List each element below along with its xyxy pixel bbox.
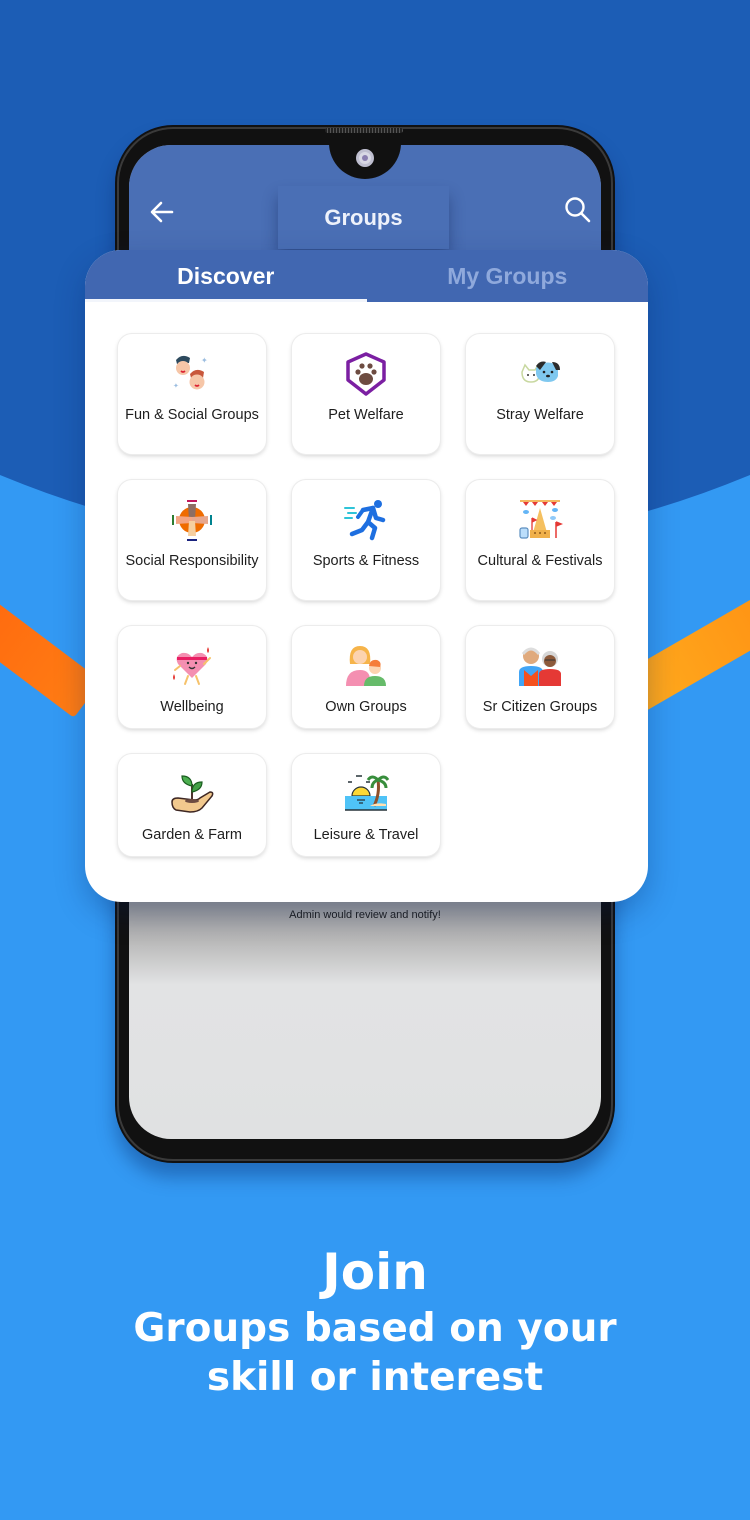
joined-hands-icon [168,496,216,544]
group-label: Own Groups [325,699,407,715]
group-tile-leisure-travel[interactable]: Leisure & Travel [292,754,440,856]
group-tile-social-responsibility[interactable]: Social Responsibility [118,480,266,600]
promo-caption: Join Groups based on your skill or inter… [0,1240,750,1402]
festival-temple-icon [516,496,564,544]
sprout-hand-icon [168,770,216,818]
group-label: Leisure & Travel [313,827,419,843]
group-label: Sports & Fitness [312,553,420,569]
group-label: Social Responsibility [125,553,259,569]
tab-my-groups-label: My Groups [447,262,568,289]
paw-shield-icon [342,350,390,398]
page-title: Groups [278,186,449,249]
elderly-couple-icon [516,642,564,690]
group-tile-stray-welfare[interactable]: Stray Welfare [466,334,614,454]
back-button[interactable] [147,197,177,227]
group-tile-cultural-festivals[interactable]: Cultural & Festivals [466,480,614,600]
search-button[interactable] [563,195,593,225]
active-tab-indicator [85,299,367,302]
group-label: Pet Welfare [328,407,404,423]
cat-dog-icon [516,350,564,398]
group-label: Fun & Social Groups [125,407,259,423]
tab-my-groups[interactable]: My Groups [367,250,649,302]
group-label: Sr Citizen Groups [482,699,598,715]
group-label: Wellbeing [160,699,224,715]
group-tile-sports-fitness[interactable]: Sports & Fitness [292,480,440,600]
caption-subline-2: skill or interest [206,1355,544,1400]
group-tile-fun-social[interactable]: ✦ ✦ Fun & Social Groups [118,334,266,454]
caption-headline: Join [322,1243,428,1301]
arrow-left-icon [150,201,174,223]
phone-speaker [325,128,403,133]
group-label: Cultural & Festivals [477,553,603,569]
group-label: Stray Welfare [496,407,584,423]
svg-text:✦: ✦ [201,356,208,365]
group-category-grid: ✦ ✦ Fun & Social Groups Pet Welfare Stra… [118,334,615,856]
happy-heart-icon [168,642,216,690]
tab-bar: Discover My Groups [85,250,648,302]
two-faces-icon: ✦ ✦ [168,350,216,398]
caption-subline-1: Groups based on your [133,1306,617,1351]
front-camera [356,149,374,167]
runner-icon [342,496,390,544]
mother-child-icon [342,642,390,690]
group-tile-wellbeing[interactable]: Wellbeing [118,626,266,728]
search-icon [565,197,591,223]
tab-discover[interactable]: Discover [85,250,367,302]
beach-sunset-icon [342,770,390,818]
group-tile-sr-citizen[interactable]: Sr Citizen Groups [466,626,614,728]
tab-discover-label: Discover [177,262,275,289]
group-tile-garden-farm[interactable]: Garden & Farm [118,754,266,856]
group-tile-pet-welfare[interactable]: Pet Welfare [292,334,440,454]
svg-text:✦: ✦ [173,382,179,390]
groups-card: Discover My Groups ✦ ✦ Fun & Social Grou… [85,250,648,902]
group-tile-own-groups[interactable]: Own Groups [292,626,440,728]
review-status-message: Admin would review and notify! [289,909,441,921]
group-label: Garden & Farm [142,827,242,843]
